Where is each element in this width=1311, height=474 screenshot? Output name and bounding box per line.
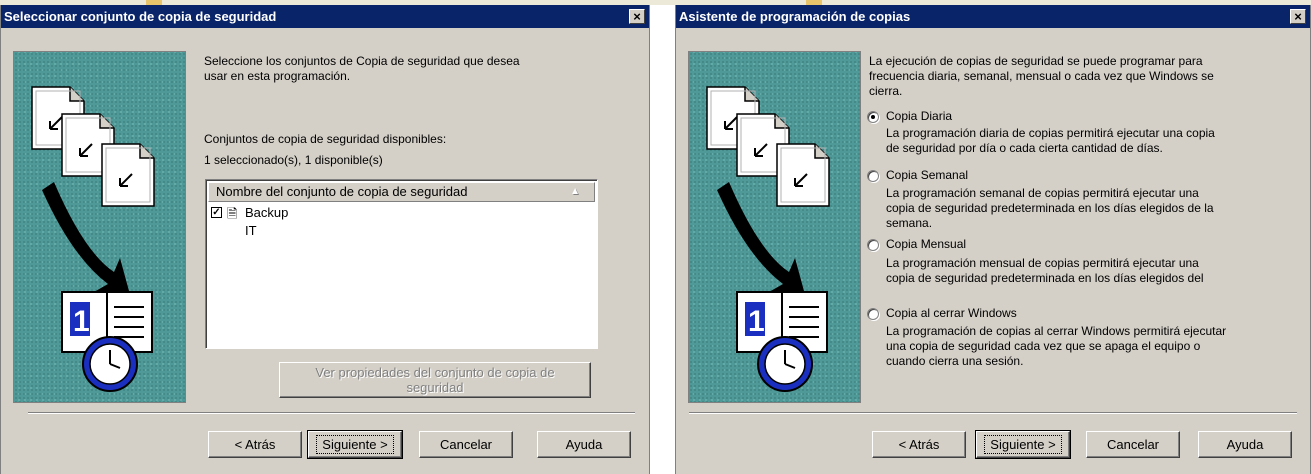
clock-icon	[757, 336, 813, 392]
cancel-button[interactable]: Cancelar	[1086, 431, 1180, 458]
weekly-desc-line-1: La programación semanal de copias permit…	[886, 186, 1199, 200]
close-button[interactable]: ×	[629, 9, 645, 24]
back-button[interactable]: < Atrás	[872, 431, 966, 458]
close-button[interactable]: ×	[1290, 9, 1306, 24]
svg-text:1: 1	[748, 305, 765, 338]
svg-text:1: 1	[73, 305, 90, 338]
on-shutdown-desc-line-1: La programación de copias al cerrar Wind…	[886, 324, 1227, 338]
help-button[interactable]: Ayuda	[1198, 431, 1292, 458]
properties-button-line-2: seguridad	[406, 380, 464, 395]
intro-line-2: usar en esta programación.	[204, 69, 351, 83]
separator	[28, 412, 635, 414]
title-bar: Seleccionar conjunto de copia de segurid…	[1, 5, 649, 28]
item-checkbox[interactable]: ✓	[211, 207, 222, 218]
dialog-title: Seleccionar conjunto de copia de segurid…	[4, 9, 277, 24]
select-backup-set-dialog: Seleccionar conjunto de copia de segurid…	[0, 5, 650, 474]
intro-line-1: La ejecución de copias de seguridad se p…	[869, 54, 1203, 68]
on-shutdown-desc-line-2: una copia de seguridad cada vez que se a…	[886, 339, 1201, 353]
next-button[interactable]: Siguiente >	[975, 430, 1071, 459]
column-header-backup-set-name[interactable]: Nombre del conjunto de copia de segurida…	[208, 182, 595, 202]
daily-option-label[interactable]: Copia Diaria	[886, 109, 952, 124]
monthly-desc-line-2: copia de seguridad predeterminada en los…	[886, 271, 1204, 285]
monthly-desc-line-1: La programación mensual de copias permit…	[886, 256, 1199, 270]
back-button[interactable]: < Atrás	[208, 431, 302, 458]
selection-count-label: 1 seleccionado(s), 1 disponible(s)	[204, 153, 383, 167]
sort-arrow-icon: ▲	[570, 186, 580, 197]
list-item-label: Backup IT	[245, 205, 289, 238]
column-header-label: Nombre del conjunto de copia de segurida…	[216, 184, 468, 199]
properties-button-line-1: Ver propiedades del conjunto de copia de	[315, 365, 555, 380]
on-shutdown-radio[interactable]	[867, 308, 879, 320]
wizard-illustration: 1	[688, 51, 861, 403]
next-button-label: Siguiente >	[984, 435, 1062, 454]
monthly-option-label[interactable]: Copia Mensual	[886, 237, 966, 252]
daily-desc-line-1: La programación diaria de copias permiti…	[886, 126, 1215, 140]
daily-radio[interactable]	[867, 111, 879, 123]
intro-line-1: Seleccione los conjuntos de Copia de seg…	[204, 54, 520, 68]
dialog-title: Asistente de programación de copias	[679, 9, 911, 24]
on-shutdown-desc-line-3: cuando cierra una sesión.	[886, 354, 1024, 368]
next-button-label: Siguiente >	[316, 435, 394, 454]
monthly-radio[interactable]	[867, 239, 879, 251]
clock-icon	[82, 336, 138, 392]
weekly-desc-line-2: copia de seguridad predeterminada en los…	[886, 201, 1214, 215]
next-button[interactable]: Siguiente >	[307, 430, 403, 459]
weekly-desc-line-3: semana.	[886, 216, 933, 230]
intro-line-3: cierra.	[869, 84, 903, 98]
title-bar: Asistente de programación de copias ×	[676, 5, 1310, 28]
wizard-illustration: 1	[13, 51, 186, 403]
available-sets-label: Conjuntos de copia de seguridad disponib…	[204, 132, 447, 146]
backup-set-icon: 🗎	[227, 206, 238, 221]
view-set-properties-button[interactable]: Ver propiedades del conjunto de copia de…	[279, 362, 591, 398]
on-shutdown-option-label[interactable]: Copia al cerrar Windows	[886, 306, 1017, 321]
daily-desc-line-2: de seguridad por día o cada cierta canti…	[886, 141, 1163, 155]
weekly-radio[interactable]	[867, 170, 879, 182]
help-button[interactable]: Ayuda	[537, 431, 631, 458]
separator	[689, 412, 1297, 414]
weekly-option-label[interactable]: Copia Semanal	[886, 168, 968, 183]
intro-line-2: frecuencia diaria, semanal, mensual o ca…	[869, 69, 1214, 83]
backup-schedule-wizard-dialog: Asistente de programación de copias × 1 …	[675, 5, 1311, 474]
cancel-button[interactable]: Cancelar	[419, 431, 513, 458]
backup-set-list[interactable]: Nombre del conjunto de copia de segurida…	[205, 179, 598, 349]
